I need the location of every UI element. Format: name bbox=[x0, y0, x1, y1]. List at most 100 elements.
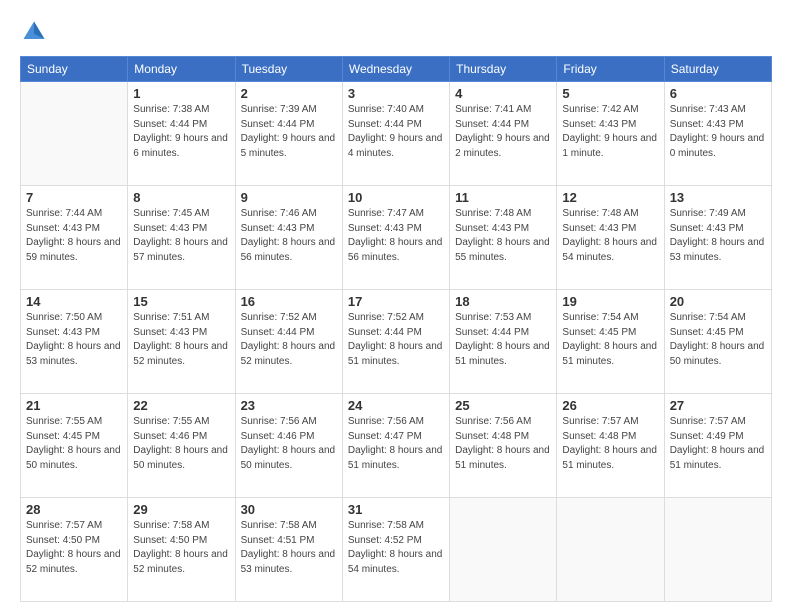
header bbox=[20, 18, 772, 46]
day-number: 31 bbox=[348, 502, 444, 517]
day-info: Sunrise: 7:43 AMSunset: 4:43 PMDaylight:… bbox=[670, 103, 766, 161]
day-info: Sunrise: 7:55 AMSunset: 4:46 PMDaylight:… bbox=[133, 415, 229, 473]
day-info: Sunrise: 7:58 AMSunset: 4:51 PMDaylight:… bbox=[241, 519, 337, 577]
calendar-cell: 11 Sunrise: 7:48 AMSunset: 4:43 PMDayligh… bbox=[450, 186, 557, 290]
day-number: 25 bbox=[455, 398, 551, 413]
day-number: 24 bbox=[348, 398, 444, 413]
calendar-cell: 6 Sunrise: 7:43 AMSunset: 4:43 PMDaylight… bbox=[664, 82, 771, 186]
day-info: Sunrise: 7:40 AMSunset: 4:44 PMDaylight:… bbox=[348, 103, 444, 161]
calendar-cell: 7 Sunrise: 7:44 AMSunset: 4:43 PMDaylight… bbox=[21, 186, 128, 290]
weekday-header-saturday: Saturday bbox=[664, 57, 771, 82]
day-info: Sunrise: 7:57 AMSunset: 4:49 PMDaylight:… bbox=[670, 415, 766, 473]
calendar-cell: 17 Sunrise: 7:52 AMSunset: 4:44 PMDayligh… bbox=[342, 290, 449, 394]
day-number: 29 bbox=[133, 502, 229, 517]
day-number: 14 bbox=[26, 294, 122, 309]
day-number: 2 bbox=[241, 86, 337, 101]
weekday-header-sunday: Sunday bbox=[21, 57, 128, 82]
day-info: Sunrise: 7:55 AMSunset: 4:45 PMDaylight:… bbox=[26, 415, 122, 473]
logo bbox=[20, 18, 52, 46]
day-info: Sunrise: 7:56 AMSunset: 4:46 PMDaylight:… bbox=[241, 415, 337, 473]
day-info: Sunrise: 7:56 AMSunset: 4:47 PMDaylight:… bbox=[348, 415, 444, 473]
day-number: 22 bbox=[133, 398, 229, 413]
weekday-header-friday: Friday bbox=[557, 57, 664, 82]
day-number: 23 bbox=[241, 398, 337, 413]
calendar-cell: 28 Sunrise: 7:57 AMSunset: 4:50 PMDayligh… bbox=[21, 498, 128, 602]
calendar-cell: 21 Sunrise: 7:55 AMSunset: 4:45 PMDayligh… bbox=[21, 394, 128, 498]
day-info: Sunrise: 7:47 AMSunset: 4:43 PMDaylight:… bbox=[348, 207, 444, 265]
day-number: 1 bbox=[133, 86, 229, 101]
day-info: Sunrise: 7:52 AMSunset: 4:44 PMDaylight:… bbox=[241, 311, 337, 369]
calendar-cell bbox=[450, 498, 557, 602]
calendar-cell: 27 Sunrise: 7:57 AMSunset: 4:49 PMDayligh… bbox=[664, 394, 771, 498]
day-number: 17 bbox=[348, 294, 444, 309]
day-info: Sunrise: 7:46 AMSunset: 4:43 PMDaylight:… bbox=[241, 207, 337, 265]
day-number: 11 bbox=[455, 190, 551, 205]
calendar-cell: 1 Sunrise: 7:38 AMSunset: 4:44 PMDaylight… bbox=[128, 82, 235, 186]
day-number: 26 bbox=[562, 398, 658, 413]
day-info: Sunrise: 7:48 AMSunset: 4:43 PMDaylight:… bbox=[455, 207, 551, 265]
day-number: 28 bbox=[26, 502, 122, 517]
calendar-cell: 15 Sunrise: 7:51 AMSunset: 4:43 PMDayligh… bbox=[128, 290, 235, 394]
calendar-cell: 23 Sunrise: 7:56 AMSunset: 4:46 PMDayligh… bbox=[235, 394, 342, 498]
calendar-cell: 18 Sunrise: 7:53 AMSunset: 4:44 PMDayligh… bbox=[450, 290, 557, 394]
day-number: 12 bbox=[562, 190, 658, 205]
day-number: 21 bbox=[26, 398, 122, 413]
day-info: Sunrise: 7:45 AMSunset: 4:43 PMDaylight:… bbox=[133, 207, 229, 265]
calendar-cell: 19Sunrise: 7:54 AMSunset: 4:45 PMDayligh… bbox=[557, 290, 664, 394]
day-number: 16 bbox=[241, 294, 337, 309]
day-info: Sunrise: 7:38 AMSunset: 4:44 PMDaylight:… bbox=[133, 103, 229, 161]
day-number: 13 bbox=[670, 190, 766, 205]
calendar-cell: 31 Sunrise: 7:58 AMSunset: 4:52 PMDayligh… bbox=[342, 498, 449, 602]
day-number: 7 bbox=[26, 190, 122, 205]
day-number: 27 bbox=[670, 398, 766, 413]
day-info: Sunrise: 7:58 AMSunset: 4:52 PMDaylight:… bbox=[348, 519, 444, 577]
calendar-cell: 22 Sunrise: 7:55 AMSunset: 4:46 PMDayligh… bbox=[128, 394, 235, 498]
day-info: Sunrise: 7:52 AMSunset: 4:44 PMDaylight:… bbox=[348, 311, 444, 369]
day-number: 15 bbox=[133, 294, 229, 309]
day-info: Sunrise: 7:50 AMSunset: 4:43 PMDaylight:… bbox=[26, 311, 122, 369]
day-info: Sunrise: 7:57 AMSunset: 4:50 PMDaylight:… bbox=[26, 519, 122, 577]
page: SundayMondayTuesdayWednesdayThursdayFrid… bbox=[0, 0, 792, 612]
day-number: 6 bbox=[670, 86, 766, 101]
day-number: 30 bbox=[241, 502, 337, 517]
day-info: Sunrise: 7:56 AMSunset: 4:48 PMDaylight:… bbox=[455, 415, 551, 473]
day-info: Sunrise: 7:54 AMSunset: 4:45 PMDaylight:… bbox=[562, 311, 658, 369]
day-info: Sunrise: 7:57 AMSunset: 4:48 PMDaylight:… bbox=[562, 415, 658, 473]
day-info: Sunrise: 7:42 AMSunset: 4:43 PMDaylight:… bbox=[562, 103, 658, 161]
day-number: 8 bbox=[133, 190, 229, 205]
calendar-table: SundayMondayTuesdayWednesdayThursdayFrid… bbox=[20, 56, 772, 602]
day-info: Sunrise: 7:58 AMSunset: 4:50 PMDaylight:… bbox=[133, 519, 229, 577]
calendar-cell: 13 Sunrise: 7:49 AMSunset: 4:43 PMDayligh… bbox=[664, 186, 771, 290]
calendar-cell: 25 Sunrise: 7:56 AMSunset: 4:48 PMDayligh… bbox=[450, 394, 557, 498]
calendar-cell: 14 Sunrise: 7:50 AMSunset: 4:43 PMDayligh… bbox=[21, 290, 128, 394]
day-info: Sunrise: 7:39 AMSunset: 4:44 PMDaylight:… bbox=[241, 103, 337, 161]
calendar-cell: 2 Sunrise: 7:39 AMSunset: 4:44 PMDaylight… bbox=[235, 82, 342, 186]
calendar-cell: 16 Sunrise: 7:52 AMSunset: 4:44 PMDayligh… bbox=[235, 290, 342, 394]
calendar-cell: 24 Sunrise: 7:56 AMSunset: 4:47 PMDayligh… bbox=[342, 394, 449, 498]
calendar-cell: 10 Sunrise: 7:47 AMSunset: 4:43 PMDayligh… bbox=[342, 186, 449, 290]
day-info: Sunrise: 7:49 AMSunset: 4:43 PMDaylight:… bbox=[670, 207, 766, 265]
calendar-cell bbox=[21, 82, 128, 186]
weekday-header-tuesday: Tuesday bbox=[235, 57, 342, 82]
calendar-cell: 20 Sunrise: 7:54 AMSunset: 4:45 PMDayligh… bbox=[664, 290, 771, 394]
day-number: 18 bbox=[455, 294, 551, 309]
calendar-cell: 8 Sunrise: 7:45 AMSunset: 4:43 PMDaylight… bbox=[128, 186, 235, 290]
calendar-cell: 26 Sunrise: 7:57 AMSunset: 4:48 PMDayligh… bbox=[557, 394, 664, 498]
day-number: 20 bbox=[670, 294, 766, 309]
day-info: Sunrise: 7:53 AMSunset: 4:44 PMDaylight:… bbox=[455, 311, 551, 369]
day-info: Sunrise: 7:51 AMSunset: 4:43 PMDaylight:… bbox=[133, 311, 229, 369]
day-number: 9 bbox=[241, 190, 337, 205]
weekday-header-wednesday: Wednesday bbox=[342, 57, 449, 82]
day-number: 10 bbox=[348, 190, 444, 205]
calendar-cell bbox=[557, 498, 664, 602]
day-info: Sunrise: 7:48 AMSunset: 4:43 PMDaylight:… bbox=[562, 207, 658, 265]
calendar-cell bbox=[664, 498, 771, 602]
weekday-header-thursday: Thursday bbox=[450, 57, 557, 82]
day-info: Sunrise: 7:54 AMSunset: 4:45 PMDaylight:… bbox=[670, 311, 766, 369]
calendar-cell: 12 Sunrise: 7:48 AMSunset: 4:43 PMDayligh… bbox=[557, 186, 664, 290]
logo-icon bbox=[20, 18, 48, 46]
day-number: 5 bbox=[562, 86, 658, 101]
day-info: Sunrise: 7:41 AMSunset: 4:44 PMDaylight:… bbox=[455, 103, 551, 161]
calendar-cell: 4Sunrise: 7:41 AMSunset: 4:44 PMDaylight… bbox=[450, 82, 557, 186]
day-info: Sunrise: 7:44 AMSunset: 4:43 PMDaylight:… bbox=[26, 207, 122, 265]
